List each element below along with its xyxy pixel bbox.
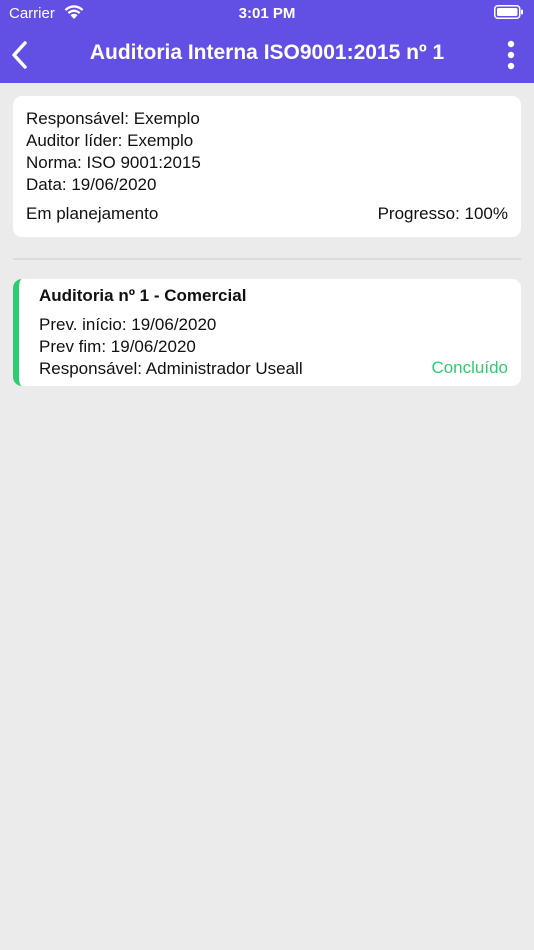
summary-footer: Em planejamento Progresso: 100%: [26, 203, 508, 225]
audit-item[interactable]: Auditoria nº 1 - Comercial Prev. início:…: [13, 279, 521, 386]
back-icon[interactable]: [9, 40, 31, 70]
auditor-lider-label: Auditor líder: Exemplo: [26, 131, 194, 150]
audit-item-status-badge: Concluído: [431, 358, 508, 377]
status-bar: Carrier 3:01 PM: [0, 0, 534, 28]
audit-item-title: Auditoria nº 1 - Comercial: [39, 286, 247, 305]
norma-label: Norma: ISO 9001:2015: [26, 153, 201, 172]
header: Carrier 3:01 PM Auditoria Interna ISO900…: [0, 0, 534, 83]
responsavel-label: Responsável: Exemplo: [26, 109, 200, 128]
status-label: Em planejamento: [26, 204, 159, 223]
audit-item-prev-inicio: Prev. início: 19/06/2020: [39, 315, 217, 334]
audit-summary-card: Responsável: Exemplo Auditor líder: Exem…: [13, 96, 521, 237]
page-title: Auditoria Interna ISO9001:2015 nº 1: [89, 41, 445, 64]
status-time: 3:01 PM: [238, 5, 296, 22]
progress-label: Progresso: 100%: [377, 204, 508, 223]
nav-bar: Auditoria Interna ISO9001:2015 nº 1: [0, 28, 534, 83]
more-vertical-icon[interactable]: [504, 40, 518, 70]
data-label: Data: 19/06/2020: [26, 175, 157, 194]
audit-item-prev-fim: Prev fim: 19/06/2020: [39, 337, 196, 356]
divider: [13, 258, 521, 260]
battery-icon: [494, 5, 523, 19]
